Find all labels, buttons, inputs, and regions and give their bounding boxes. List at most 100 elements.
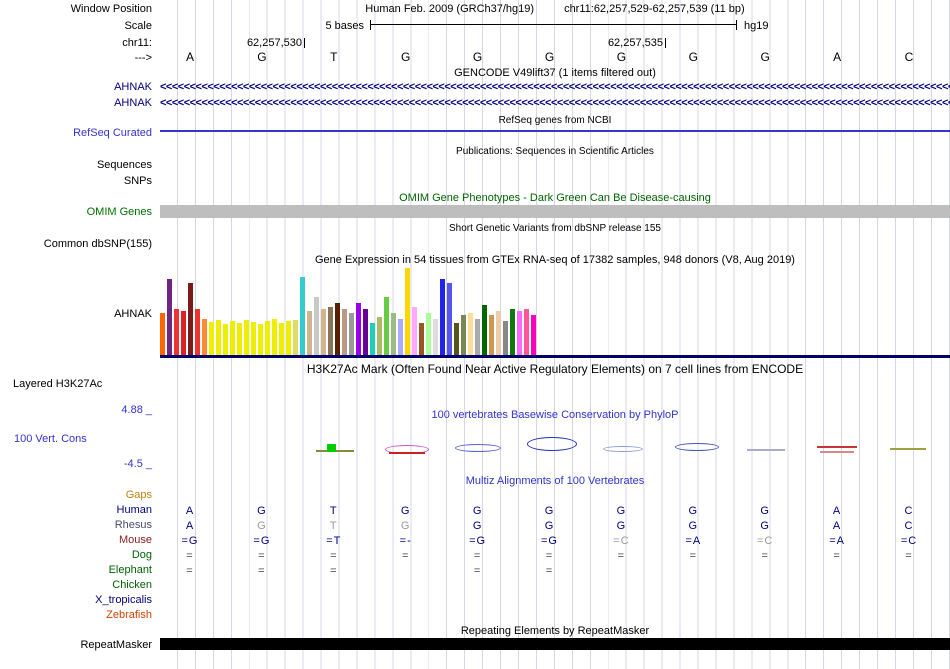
gtex-expression-bar[interactable] (286, 321, 291, 355)
coordinate-left-tick (304, 38, 305, 48)
gtex-expression-bar[interactable] (237, 323, 242, 355)
gtex-expression-bar[interactable] (300, 277, 305, 355)
gtex-expression-bar[interactable] (419, 323, 424, 355)
gtex-expression-bar[interactable] (195, 309, 200, 355)
gtex-expression-bar[interactable] (244, 320, 249, 355)
gtex-expression-bar[interactable] (160, 313, 165, 355)
gtex-expression-bar[interactable] (335, 303, 340, 355)
track-label-snps[interactable]: SNPs (0, 175, 152, 188)
gtex-expression-bar[interactable] (265, 321, 270, 355)
species-label-x_tropicalis[interactable]: X_tropicalis (0, 594, 152, 607)
gtex-baseline (160, 355, 950, 358)
gtex-expression-bar[interactable] (258, 324, 263, 355)
gtex-expression-bar[interactable] (503, 321, 508, 355)
gtex-expression-bar[interactable] (412, 307, 417, 355)
gtex-expression-bar[interactable] (363, 309, 368, 355)
dbsnp-track-title: Short Genetic Variants from dbSNP releas… (160, 223, 950, 235)
species-label-mouse[interactable]: Mouse (0, 534, 152, 547)
ruler-base: G (473, 50, 482, 64)
alignment-base: G (401, 504, 411, 518)
ucsc-genome-browser: Window Position Human Feb. 2009 (GRCh37/… (0, 0, 950, 669)
gene-body-ahnak-1[interactable]: <<<<<<<<<<<<<<<<<<<<<<<<<<<<<<<<<<<<<<<<… (160, 81, 950, 94)
alignment-base: =T (326, 534, 341, 548)
alignment-base: = (833, 549, 840, 563)
gtex-expression-bar[interactable] (370, 323, 375, 355)
track-label-common-dbsnp[interactable]: Common dbSNP(155) (0, 238, 152, 251)
omim-gene-item[interactable] (160, 205, 950, 218)
gtex-expression-bar[interactable] (342, 309, 347, 355)
alignment-base: =G (182, 534, 199, 548)
gtex-expression-bar[interactable] (531, 315, 536, 355)
ruler-base: C (905, 50, 914, 64)
species-label-gaps[interactable]: Gaps (0, 489, 152, 502)
gtex-expression-bar[interactable] (307, 311, 312, 355)
track-label-sequences[interactable]: Sequences (0, 159, 152, 172)
alignment-base: G (401, 519, 411, 533)
gtex-expression-bar[interactable] (223, 324, 228, 355)
species-label-rhesus[interactable]: Rhesus (0, 519, 152, 532)
gtex-expression-bar[interactable] (314, 297, 319, 355)
track-label-repeatmasker[interactable]: RepeatMasker (0, 639, 152, 652)
gtex-expression-bar[interactable] (475, 319, 480, 355)
gtex-expression-bar[interactable] (454, 323, 459, 355)
repeatmasker-item[interactable] (160, 638, 950, 650)
gtex-expression-bar[interactable] (293, 320, 298, 355)
gtex-expression-bar[interactable] (447, 283, 452, 355)
gtex-expression-bar[interactable] (489, 315, 494, 355)
gtex-expression-bar[interactable] (188, 283, 193, 355)
gtex-expression-chart[interactable] (160, 268, 950, 355)
gtex-expression-bar[interactable] (328, 307, 333, 355)
gtex-expression-bar[interactable] (251, 322, 256, 355)
gtex-expression-bar[interactable] (356, 303, 361, 355)
gtex-expression-bar[interactable] (510, 309, 515, 355)
gtex-expression-bar[interactable] (391, 313, 396, 355)
gtex-expression-bar[interactable] (209, 322, 214, 355)
track-label-gtex-ahnak[interactable]: AHNAK (0, 308, 152, 321)
species-label-dog[interactable]: Dog (0, 549, 152, 562)
gtex-expression-bar[interactable] (517, 311, 522, 355)
gtex-expression-bar[interactable] (384, 297, 389, 355)
gtex-expression-bar[interactable] (405, 268, 410, 355)
gtex-expression-bar[interactable] (468, 313, 473, 355)
alignment-base: G (545, 504, 555, 518)
gtex-expression-bar[interactable] (440, 279, 445, 355)
track-label-omim-genes[interactable]: OMIM Genes (0, 206, 152, 219)
gtex-expression-bar[interactable] (433, 319, 438, 355)
gtex-track-title: Gene Expression in 54 tissues from GTEx … (160, 254, 950, 266)
gene-body-ahnak-2[interactable]: <<<<<<<<<<<<<<<<<<<<<<<<<<<<<<<<<<<<<<<<… (160, 97, 950, 110)
gtex-expression-bar[interactable] (461, 315, 466, 355)
gtex-expression-bar[interactable] (524, 309, 529, 355)
ruler-base: G (617, 50, 626, 64)
track-label-layered-h3k27ac[interactable]: Layered H3K27Ac (13, 378, 102, 391)
species-label-elephant[interactable]: Elephant (0, 564, 152, 577)
alignment-base: C (905, 519, 914, 533)
gtex-expression-bar[interactable] (482, 305, 487, 355)
gtex-expression-bar[interactable] (216, 320, 221, 355)
alignment-base: = (474, 564, 481, 578)
species-label-human[interactable]: Human (0, 504, 152, 517)
gtex-expression-bar[interactable] (398, 319, 403, 355)
species-label-chicken[interactable]: Chicken (0, 579, 152, 592)
gtex-expression-bar[interactable] (279, 323, 284, 355)
gtex-expression-bar[interactable] (272, 319, 277, 355)
gtex-expression-bar[interactable] (377, 317, 382, 355)
gtex-expression-bar[interactable] (321, 309, 326, 355)
gtex-expression-bar[interactable] (349, 313, 354, 355)
gtex-expression-bar[interactable] (167, 279, 172, 355)
species-label-zebrafish[interactable]: Zebrafish (0, 609, 152, 622)
gene-label-ahnak-2[interactable]: AHNAK (0, 97, 152, 110)
gtex-expression-bar[interactable] (496, 311, 501, 355)
gtex-expression-bar[interactable] (181, 311, 186, 355)
gtex-expression-bar[interactable] (426, 313, 431, 355)
alignment-base: = (258, 549, 265, 563)
track-label-100-vert-cons[interactable]: 100 Vert. Cons (14, 433, 87, 446)
gtex-expression-bar[interactable] (174, 309, 179, 355)
alignment-row-dog: =========== (160, 549, 950, 563)
alignment-row-zebrafish (160, 609, 950, 623)
gtex-expression-bar[interactable] (202, 319, 207, 355)
gene-label-ahnak-1[interactable]: AHNAK (0, 81, 152, 94)
refseq-gene-item[interactable] (160, 130, 950, 132)
track-label-refseq-curated[interactable]: RefSeq Curated (0, 127, 152, 140)
alignment-base: G (545, 519, 555, 533)
gtex-expression-bar[interactable] (230, 321, 235, 355)
